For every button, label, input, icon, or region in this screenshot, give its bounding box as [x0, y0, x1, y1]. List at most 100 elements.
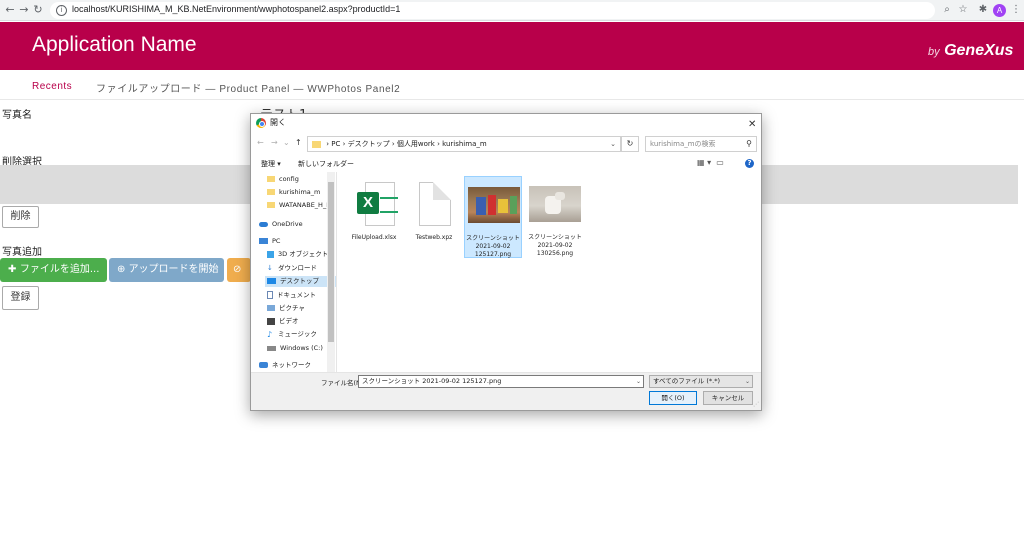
help-icon[interactable]: ?	[745, 159, 754, 168]
start-upload-label: アップロードを開始	[128, 264, 219, 275]
image-thumbnail	[468, 187, 520, 223]
filename-input[interactable]: スクリーンショット 2021-09-02 125127.png ⌄	[358, 375, 644, 388]
filename-value: スクリーンショット 2021-09-02 125127.png	[362, 377, 502, 385]
nav-item-config[interactable]: config	[267, 174, 299, 185]
pc-icon	[259, 238, 268, 244]
refresh-icon[interactable]: ↻	[621, 136, 639, 152]
nav-item-network[interactable]: ネットワーク	[259, 360, 311, 371]
up-arrow-icon[interactable]: ↑	[295, 138, 302, 147]
path-breadcrumb[interactable]: › PC › デスクトップ › 個人用work › kurishima_m ⌄	[307, 136, 621, 152]
onedrive-icon	[259, 221, 268, 227]
image-thumbnail	[529, 186, 581, 222]
bookmark-star-icon[interactable]: ☆	[956, 3, 970, 17]
dialog-title-bar[interactable]: 開く ✕	[251, 114, 761, 132]
file-item-screenshot-125127[interactable]: スクリーンショット 2021-09-02 125127.png	[464, 176, 522, 258]
scroll-thumb[interactable]	[328, 182, 334, 342]
breadcrumb-path[interactable]: ファイルアップロード — Product Panel — WWPhotos Pa…	[96, 80, 400, 95]
site-info-icon[interactable]: i	[56, 5, 67, 16]
file-item-screenshot-130256[interactable]: スクリーンショット 2021-09-02 130256.png	[526, 176, 584, 258]
zoom-icon[interactable]: ⌕	[940, 3, 954, 17]
command-bar: 整理 ▾ 新しいフォルダー ▦ ▾ ▭ ?	[251, 157, 761, 171]
folder-icon	[312, 140, 321, 148]
back-arrow-icon[interactable]: ←	[257, 138, 264, 147]
folder-icon	[267, 189, 275, 195]
file-name: FileUpload.xlsx	[351, 234, 397, 241]
music-icon: ♪	[267, 329, 273, 339]
nav-item-onedrive[interactable]: OneDrive	[259, 219, 303, 230]
path-desktop[interactable]: デスクトップ	[348, 140, 390, 148]
folder-search-input[interactable]: kurishima_mの検索 ⚲	[645, 136, 757, 152]
profile-avatar[interactable]: A	[993, 4, 1006, 17]
file-item-xpz[interactable]: Testweb.xpz	[405, 176, 463, 258]
open-button[interactable]: 開く(O)	[649, 391, 697, 405]
resize-grip-icon[interactable]: ⋰	[753, 401, 759, 408]
register-button[interactable]: 登録	[2, 286, 39, 310]
forward-arrow-icon[interactable]: →	[271, 138, 278, 147]
file-name-date: 2021-09-02	[537, 242, 573, 249]
filetype-dropdown-icon[interactable]: ⌄	[745, 376, 750, 387]
reload-icon[interactable]: ↻	[31, 3, 45, 17]
file-list: X FileUpload.xlsx Testweb.xpz スクリーンショット …	[343, 174, 757, 370]
nav-item-kurishima[interactable]: kurishima_m	[267, 187, 320, 198]
start-upload-button[interactable]: ⊕ アップロードを開始	[109, 258, 224, 282]
nav-item-documents[interactable]: ドキュメント	[267, 290, 316, 301]
filetype-value: すべてのファイル (*.*)	[653, 377, 720, 385]
cancel-upload-button[interactable]: ⊘	[227, 258, 251, 282]
nav-item-windows-c[interactable]: Windows (C:)	[267, 343, 323, 354]
nav-item-watanabe[interactable]: WATANABE_H_K	[267, 200, 330, 211]
add-file-button[interactable]: ✚ ファイルを追加...	[0, 258, 107, 282]
videos-icon	[267, 317, 275, 325]
plus-icon: ✚	[8, 264, 20, 275]
cancel-button[interactable]: キャンセル	[703, 391, 753, 405]
path-dropdown-icon[interactable]: ⌄	[610, 137, 616, 151]
path-work[interactable]: 個人用work	[397, 140, 435, 148]
chrome-icon	[256, 118, 266, 128]
nav-item-videos[interactable]: ビデオ	[267, 316, 299, 327]
dialog-footer: ファイル名(N): スクリーンショット 2021-09-02 125127.pn…	[251, 372, 761, 410]
nav-item-music[interactable]: ♪ ミュージック	[267, 329, 317, 340]
new-folder-button[interactable]: 新しいフォルダー	[298, 159, 354, 169]
menu-icon[interactable]: ⋮	[1009, 3, 1023, 17]
dialog-title: 開く	[270, 118, 286, 127]
file-open-dialog: 開く ✕ ← → ⌄ ↑ › PC › デスクトップ › 個人用work › k…	[250, 113, 762, 411]
documents-icon	[267, 291, 273, 299]
app-header: Application Name by GeneXus	[0, 22, 1024, 70]
nav-label: Windows (C:)	[280, 344, 323, 352]
network-icon	[259, 362, 268, 368]
extensions-icon[interactable]: ✱	[976, 3, 990, 17]
nav-item-downloads[interactable]: ↓ ダウンロード	[267, 263, 317, 274]
file-name-suffix: 125127.png	[474, 251, 512, 258]
nav-label: 3D オブジェクト	[278, 250, 329, 258]
thumb-shape	[555, 192, 565, 200]
drive-icon	[267, 345, 276, 351]
nav-item-3d-objects[interactable]: 3D オブジェクト	[267, 249, 328, 260]
thumb-shape	[488, 195, 496, 215]
photo-name-label: 写真名	[2, 110, 32, 121]
filename-dropdown-icon[interactable]: ⌄	[636, 376, 641, 387]
dropdown-icon[interactable]: ⌄	[283, 138, 290, 147]
recents-link[interactable]: Recents	[32, 81, 72, 92]
page-corner	[433, 182, 451, 200]
view-options-icon[interactable]: ▦ ▾ ▭	[697, 158, 724, 167]
close-icon[interactable]: ✕	[748, 116, 756, 134]
nav-scrollbar[interactable]	[327, 172, 335, 372]
file-name-suffix: 130256.png	[536, 250, 574, 257]
breadcrumb: Recents ファイルアップロード — Product Panel — WWP…	[0, 70, 1024, 100]
folder-icon	[267, 202, 275, 208]
upload-icon: ⊕	[117, 264, 129, 275]
path-kurishima[interactable]: kurishima_m	[442, 140, 487, 148]
address-bar[interactable]: i localhost/KURISHIMA_M_KB.NetEnvironmen…	[50, 2, 935, 19]
app-title[interactable]: Application Name	[32, 33, 197, 57]
nav-item-pc[interactable]: PC	[259, 236, 280, 247]
filetype-select[interactable]: すべてのファイル (*.*) ⌄	[649, 375, 753, 388]
nav-item-pictures[interactable]: ピクチャ	[267, 303, 305, 314]
organize-button[interactable]: 整理 ▾	[261, 159, 281, 169]
back-icon[interactable]: ←	[3, 3, 17, 17]
delete-button[interactable]: 削除	[2, 206, 39, 228]
forward-icon[interactable]: →	[17, 3, 31, 17]
path-pc[interactable]: PC	[331, 140, 340, 148]
file-name: スクリーンショット	[528, 234, 582, 241]
file-item-xlsx[interactable]: X FileUpload.xlsx	[345, 176, 403, 258]
pictures-icon	[267, 305, 275, 311]
nav-label: config	[279, 175, 299, 183]
